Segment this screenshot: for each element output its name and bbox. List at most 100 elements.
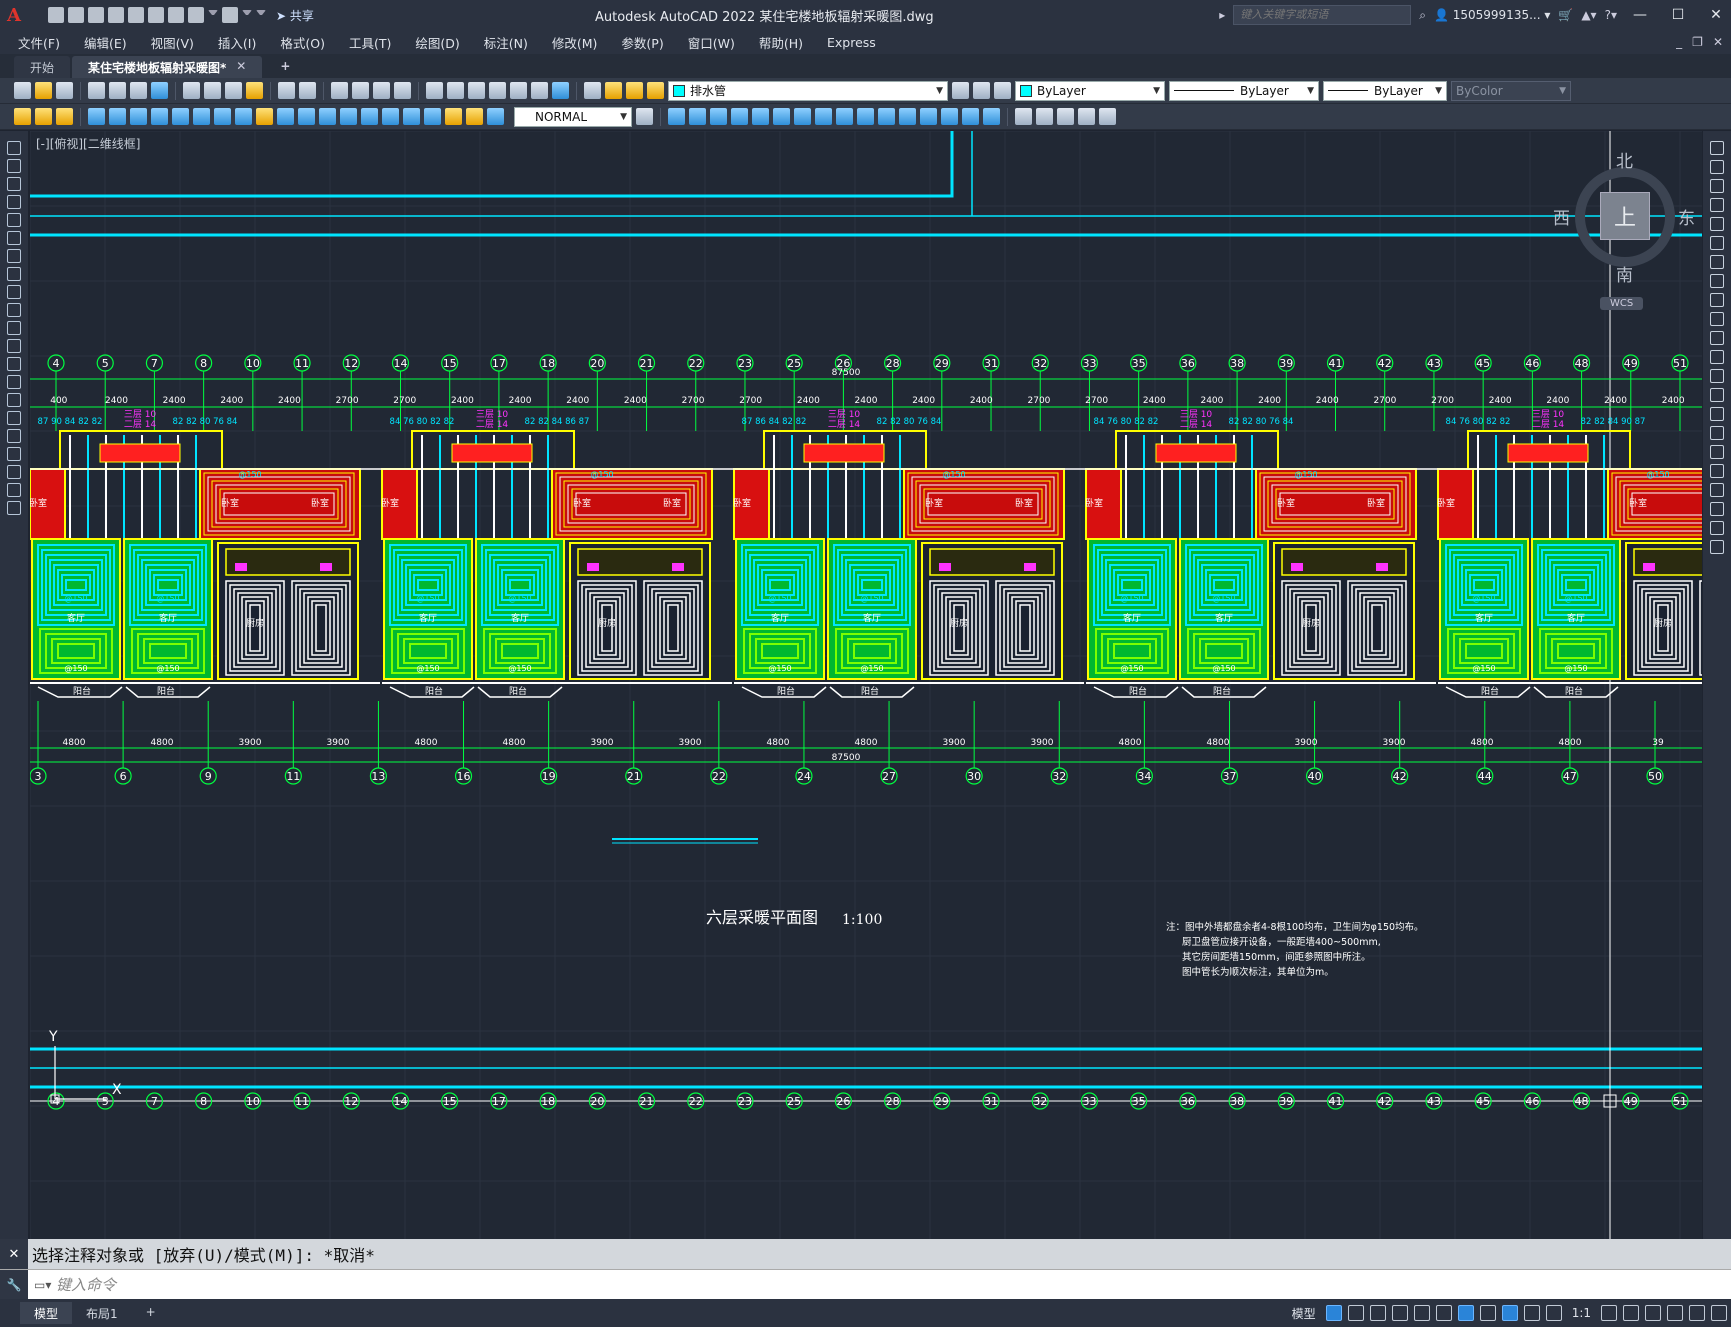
layer-lock-icon[interactable]: [647, 82, 664, 99]
send-back-icon[interactable]: [1057, 108, 1074, 125]
grid-icon[interactable]: [1325, 1305, 1342, 1321]
revcloud-icon[interactable]: [7, 285, 21, 299]
close-window-button[interactable]: ✕: [1701, 0, 1731, 30]
properties-icon[interactable]: [426, 82, 443, 99]
arc-length-icon[interactable]: [130, 108, 147, 125]
publish-icon[interactable]: [130, 82, 147, 99]
lineweight-dropdown[interactable]: ByLayer ▼: [1323, 80, 1447, 101]
circle-icon[interactable]: [7, 267, 21, 281]
diameter-dim-icon[interactable]: [214, 108, 231, 125]
minimize-button[interactable]: —: [1625, 0, 1655, 30]
offset-icon[interactable]: [731, 108, 748, 125]
snap-icon[interactable]: [1347, 1305, 1364, 1321]
menu-item[interactable]: 参数(P): [621, 33, 663, 52]
lineweight-icon[interactable]: [1479, 1305, 1496, 1321]
doc-minimize-icon[interactable]: _: [1676, 35, 1682, 49]
dim-edit-icon[interactable]: [445, 108, 462, 125]
help-toolbar-icon[interactable]: [552, 82, 569, 99]
erase-icon[interactable]: [1710, 141, 1724, 155]
hardware-accel-icon[interactable]: [1667, 1305, 1683, 1321]
gradient-icon[interactable]: [7, 429, 21, 443]
rotate-icon[interactable]: [794, 108, 811, 125]
chamfer-icon[interactable]: [941, 108, 958, 125]
menu-item[interactable]: 格式(O): [280, 33, 325, 52]
chamfer-icon[interactable]: [1710, 407, 1724, 421]
annotation-icon[interactable]: [14, 108, 31, 125]
tool-palettes-icon[interactable]: [468, 82, 485, 99]
new-tab-button[interactable]: +: [264, 56, 306, 78]
layer-dropdown[interactable]: 排水管 ▼: [668, 80, 948, 101]
fillet-icon[interactable]: [962, 108, 979, 125]
copy-icon[interactable]: [1710, 160, 1724, 174]
maximize-button[interactable]: ☐: [1663, 0, 1693, 30]
array-icon[interactable]: [1710, 217, 1724, 231]
open-web-icon[interactable]: [128, 7, 144, 23]
save-as-icon[interactable]: [108, 7, 124, 23]
cart-icon[interactable]: 🛒: [1558, 8, 1573, 22]
break-icon[interactable]: [899, 108, 916, 125]
list-icon[interactable]: [1710, 540, 1724, 554]
autocad-logo[interactable]: A: [0, 0, 28, 30]
scale-icon[interactable]: [1710, 274, 1724, 288]
spline-icon[interactable]: [7, 303, 21, 317]
open-icon[interactable]: [35, 82, 52, 99]
tolerance-icon[interactable]: [361, 108, 378, 125]
construction-line-icon[interactable]: [7, 177, 21, 191]
tab-start[interactable]: 开始: [14, 56, 71, 78]
doc-restore-icon[interactable]: ❐: [1692, 35, 1703, 49]
tab-drawing[interactable]: 某住宅楼地板辐射采暖图* ✕: [72, 56, 263, 78]
match-properties-icon[interactable]: [246, 82, 263, 99]
extend-icon[interactable]: [1710, 331, 1724, 345]
send-under-icon[interactable]: [1099, 108, 1116, 125]
command-input[interactable]: [56, 1275, 556, 1294]
search-icon[interactable]: ⌕: [1419, 8, 1426, 23]
measure-icon[interactable]: [1710, 483, 1724, 497]
menu-item[interactable]: 窗口(W): [688, 33, 735, 52]
model-space-label[interactable]: 模型: [1288, 1305, 1320, 1322]
layer-previous-icon[interactable]: [973, 82, 990, 99]
linear-dim-icon[interactable]: [88, 108, 105, 125]
scale-icon[interactable]: [815, 108, 832, 125]
object-track-icon[interactable]: [1435, 1305, 1452, 1321]
blend-icon[interactable]: [1710, 445, 1724, 459]
menu-item[interactable]: 编辑(E): [84, 33, 127, 52]
print-icon[interactable]: [88, 82, 105, 99]
join-icon[interactable]: [920, 108, 937, 125]
menu-item[interactable]: 视图(V): [151, 33, 194, 52]
save-toolbar-icon[interactable]: [56, 82, 73, 99]
dim-update-icon[interactable]: [487, 108, 504, 125]
copy-icon[interactable]: [204, 82, 221, 99]
stretch-icon[interactable]: [836, 108, 853, 125]
new-file-icon[interactable]: [48, 7, 64, 23]
compass-north[interactable]: 北: [1616, 147, 1633, 172]
layer-on-icon[interactable]: [605, 82, 622, 99]
polygon-icon[interactable]: [7, 213, 21, 227]
dim-break-icon[interactable]: [340, 108, 357, 125]
save-icon[interactable]: [88, 7, 104, 23]
bring-front-icon[interactable]: [1036, 108, 1053, 125]
redo-toolbar-icon[interactable]: [299, 82, 316, 99]
menu-item[interactable]: 帮助(H): [759, 33, 803, 52]
ordinate-dim-icon[interactable]: [151, 108, 168, 125]
customize-qa-icon[interactable]: [256, 10, 266, 20]
layer-states-icon[interactable]: [994, 82, 1011, 99]
break-icon[interactable]: [1710, 369, 1724, 383]
compass-east[interactable]: 东: [1678, 204, 1695, 229]
explode-icon[interactable]: [983, 108, 1000, 125]
undo-dropdown-icon[interactable]: [208, 10, 218, 20]
tab-model[interactable]: 模型: [20, 1302, 73, 1324]
menu-item[interactable]: 绘图(D): [415, 33, 459, 52]
help-search-input[interactable]: [1233, 5, 1412, 25]
zoom-realtime-icon[interactable]: [352, 82, 369, 99]
extend-icon[interactable]: [878, 108, 895, 125]
customize-status-icon[interactable]: [1711, 1305, 1727, 1321]
auto-scale-icon[interactable]: [1523, 1305, 1540, 1321]
trim-icon[interactable]: [1710, 312, 1724, 326]
jogged-linear-icon[interactable]: [424, 108, 441, 125]
annotation-scale-value[interactable]: 1:1: [1568, 1306, 1595, 1320]
tab-layout1[interactable]: 布局1: [72, 1302, 132, 1324]
view-cube[interactable]: 上 北 南 东 西 WCS: [1553, 147, 1695, 310]
move-icon[interactable]: [1710, 236, 1724, 250]
qnew-icon[interactable]: [14, 82, 31, 99]
dim-style-override-icon[interactable]: [636, 108, 653, 125]
